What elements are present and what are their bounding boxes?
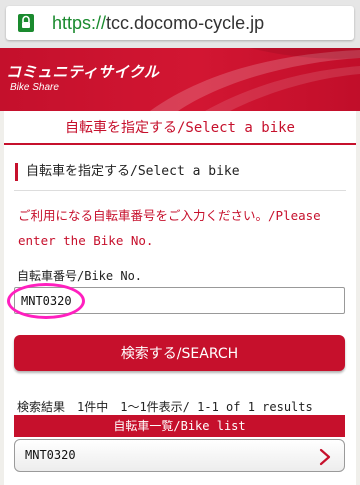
bike-no-input[interactable] — [14, 287, 345, 314]
search-button[interactable]: 検索する/SEARCH — [14, 335, 345, 371]
url-scheme: https:// — [52, 13, 107, 33]
instruction-text: ご利用になる自転車番号をご入力ください。/Please enter the Bi… — [18, 208, 321, 248]
banner-subtitle: Bike Share — [10, 82, 59, 93]
bike-list-header: 自転車一覧/Bike list — [14, 415, 345, 437]
result-summary: 検索結果 1件中 1〜1件表示/ 1-1 of 1 results — [17, 400, 313, 414]
section-title: 自転車を指定する/Select a bike — [15, 163, 240, 181]
site-banner: コミュニティサイクル Bike Share — [0, 48, 360, 111]
bike-list-item-label: MNT0320 — [25, 448, 76, 462]
browser-url-bar: https://tcc.docomo-cycle.jp — [0, 0, 360, 48]
main-card: 自転車を指定する/Select a bike 自転車を指定する/Select a… — [4, 111, 356, 485]
bike-list-item[interactable]: MNT0320 — [14, 439, 345, 472]
lock-icon — [18, 14, 34, 32]
section-divider — [14, 190, 346, 191]
banner-title: コミュニティサイクル — [6, 63, 160, 81]
url-text: https://tcc.docomo-cycle.jp — [52, 13, 264, 34]
page-heading: 自転車を指定する/Select a bike — [4, 111, 356, 145]
chevron-right-icon — [319, 448, 331, 466]
bike-no-label: 自転車番号/Bike No. — [17, 269, 143, 283]
address-field[interactable]: https://tcc.docomo-cycle.jp — [6, 6, 354, 40]
url-host: tcc.docomo-cycle.jp — [106, 13, 265, 33]
